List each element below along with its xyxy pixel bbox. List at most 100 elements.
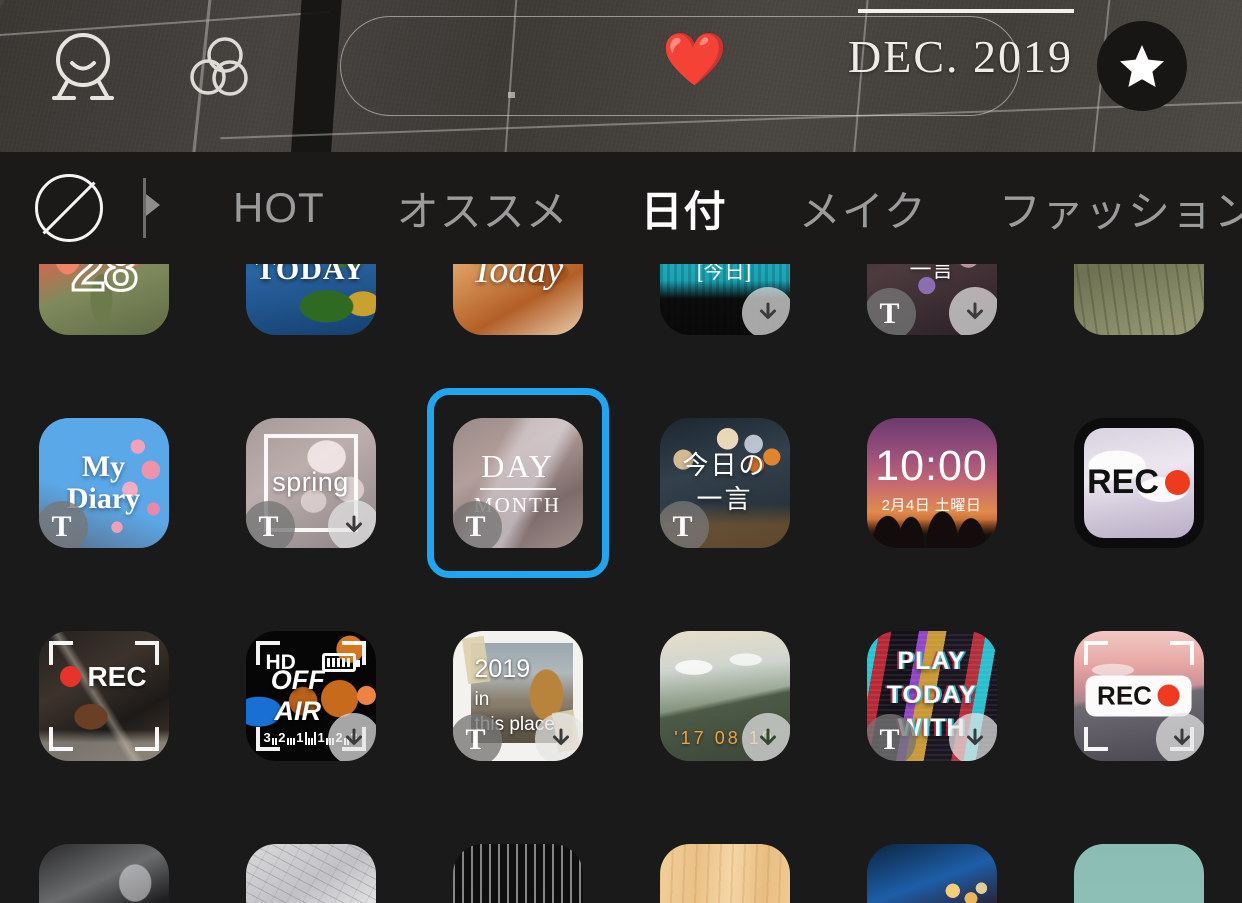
battery-icon	[321, 652, 360, 672]
tab-hot[interactable]: HOT	[233, 184, 325, 232]
sticker-2019-ruler[interactable]: 2019	[452, 843, 583, 903]
sticker-cell: [今日]	[621, 264, 828, 376]
sticker-cell: PLAY TODAY WITH T	[828, 589, 1035, 802]
sticker-cell: 10:00 2月4日 土曜日	[828, 376, 1035, 589]
sticker-grid[interactable]: 28 TODAY Today	[0, 264, 1242, 903]
text-badge[interactable]: T	[38, 500, 88, 548]
sticker-spring[interactable]: spring T	[245, 417, 376, 548]
tabbar-divider	[143, 178, 161, 238]
tile-artwork	[659, 843, 790, 903]
tile-artwork	[38, 264, 169, 335]
sticker-28[interactable]: 28	[38, 264, 169, 335]
sticker-row: 2019	[0, 802, 1242, 903]
sticker-cell	[1035, 802, 1242, 903]
tile-artwork	[452, 264, 583, 335]
text-badge[interactable]: T	[245, 500, 295, 548]
sticker-kyou-bracket[interactable]: [今日]	[659, 264, 790, 335]
sticker-car[interactable]	[38, 843, 169, 903]
text-badge[interactable]: T	[452, 500, 502, 548]
text-badge[interactable]: T	[659, 500, 709, 548]
beauty-face-icon[interactable]	[44, 30, 122, 102]
sticker-cell: DAY MONTH T	[414, 376, 621, 589]
tile-artwork	[452, 843, 583, 903]
heart-sticker[interactable]: ❤️	[662, 34, 727, 86]
camera-preview[interactable]: ❤️ DEC. 2019	[0, 0, 1242, 152]
sticker-off-air[interactable]: HD OFF AIR 321123	[245, 630, 376, 761]
download-arrow-icon	[759, 302, 776, 319]
sticker-cell: Today	[414, 264, 621, 376]
sticker-cell	[0, 802, 207, 903]
sticker-cell: REC	[0, 589, 207, 802]
sticker-rec-cloud[interactable]: REC	[1073, 417, 1204, 548]
sticker-my-diary[interactable]: My Diary T	[38, 417, 169, 548]
download-arrow-icon	[966, 728, 983, 745]
sticker-cell: 一言 T	[828, 264, 1035, 376]
download-badge[interactable]	[1155, 712, 1204, 761]
sticker-row: My Diary T spring T DAY MONTH T 今日の 一言 T…	[0, 376, 1242, 589]
download-badge[interactable]	[327, 712, 376, 761]
favorite-star-button[interactable]	[1097, 21, 1187, 111]
sticker-cell: HD OFF AIR 321123	[207, 589, 414, 802]
download-badge[interactable]	[741, 286, 790, 335]
corner-frame-icon	[48, 640, 159, 751]
sticker-2019-in-this-place[interactable]: 2019 in this place T	[452, 630, 583, 761]
sticker-cell: REC	[1035, 376, 1242, 589]
tab-hizuke[interactable]: 日付	[641, 178, 727, 239]
date-sticker-label[interactable]: DEC. 2019	[848, 30, 1073, 83]
tab-fashion[interactable]: ファッション	[999, 178, 1242, 239]
tile-artwork	[1083, 427, 1194, 538]
sticker-tue-wed[interactable]: TUE. WED.	[1073, 264, 1204, 335]
sticker-cell: 2019 in this place T	[414, 589, 621, 802]
sticker-cell: 28	[0, 264, 207, 376]
sticker-rec-ink[interactable]: REC	[38, 630, 169, 761]
text-badge[interactable]: T	[866, 287, 916, 335]
text-badge[interactable]: T	[866, 713, 916, 761]
sticker-cell: '17 08 10	[621, 589, 828, 802]
tile-artwork	[38, 843, 169, 903]
download-badge[interactable]	[948, 286, 997, 335]
sticker-today-food[interactable]: Today	[452, 264, 583, 335]
sticker-wood[interactable]	[659, 843, 790, 903]
sticker-cell	[828, 802, 1035, 903]
sticker-day-month[interactable]: DAY MONTH T	[452, 417, 583, 548]
tab-make[interactable]: メイク	[799, 178, 927, 239]
tile-artwork	[245, 264, 376, 335]
sticker-hitokoto-bokeh[interactable]: 一言 T	[866, 264, 997, 335]
download-badge[interactable]	[327, 499, 376, 548]
tile-artwork	[245, 843, 376, 903]
tile-artwork	[1073, 264, 1204, 335]
record-dot-icon	[1157, 684, 1180, 707]
sticker-kyou-no-hitokoto[interactable]: 今日の 一言 T	[659, 417, 790, 548]
sticker-teal-tulips[interactable]	[1073, 843, 1204, 903]
download-arrow-icon	[966, 302, 983, 319]
text-badge[interactable]: T	[452, 713, 502, 761]
filter-circles-icon[interactable]	[180, 36, 258, 98]
star-icon	[1120, 45, 1164, 87]
tile-label: REC	[1085, 675, 1192, 716]
tab-osusume[interactable]: オススメ	[397, 178, 569, 239]
sticker-row: REC HD OFF AIR 3 2 1 1 2019 in this plac…	[0, 589, 1242, 802]
download-arrow-icon	[345, 728, 362, 745]
sticker-play-today-with[interactable]: PLAY TODAY WITH T	[866, 630, 997, 761]
category-tabbar: HOT オススメ 日付 メイク ファッション	[0, 152, 1242, 264]
no-sticker-icon[interactable]	[35, 174, 103, 242]
tile-artwork	[1073, 843, 1204, 903]
download-badge[interactable]	[948, 712, 997, 761]
sticker-cell	[207, 802, 414, 903]
header-underline	[858, 9, 1074, 13]
sticker-paper-map[interactable]	[245, 843, 376, 903]
download-badge[interactable]	[741, 712, 790, 761]
sticker-today-palm[interactable]: TODAY	[245, 264, 376, 335]
tile-artwork	[866, 843, 997, 903]
sticker-cell: REC	[1035, 589, 1242, 802]
sticker-clock-1000[interactable]: 10:00 2月4日 土曜日	[866, 417, 997, 548]
sticker-city-lights[interactable]	[866, 843, 997, 903]
sticker-cell: TODAY	[207, 264, 414, 376]
sticker-rec-mountain[interactable]: REC	[1073, 630, 1204, 761]
tile-artwork	[866, 417, 997, 548]
sticker-cell: TUE. WED.	[1035, 264, 1242, 376]
sticker-17-08-10[interactable]: '17 08 10	[659, 630, 790, 761]
download-badge[interactable]	[534, 712, 583, 761]
sticker-cell	[621, 802, 828, 903]
sticker-row: 28 TODAY Today	[0, 264, 1242, 376]
